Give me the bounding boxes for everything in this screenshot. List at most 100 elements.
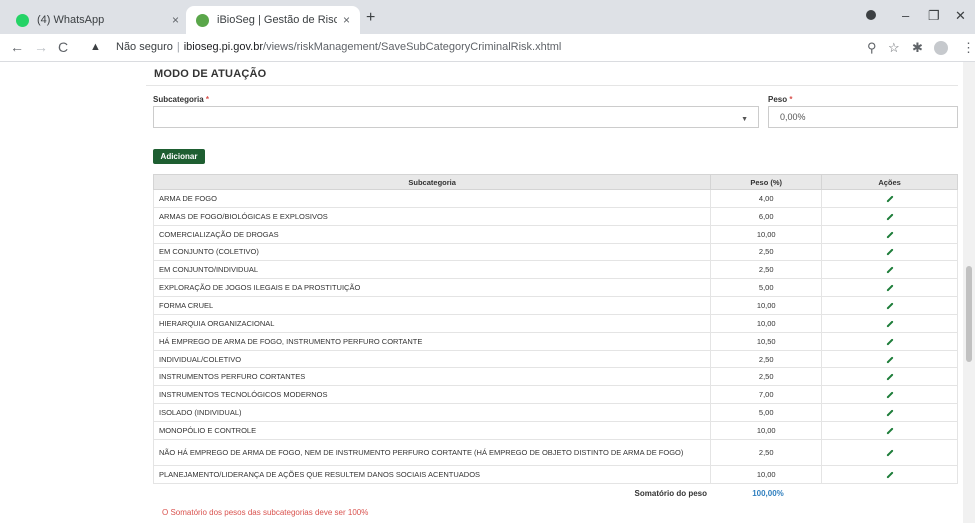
edit-pencil-icon[interactable]: [886, 449, 894, 457]
cell-subcategoria: HIERARQUIA ORGANIZACIONAL: [152, 313, 712, 333]
tab-title: iBioSeg | Gestão de Risco: [217, 14, 337, 26]
edit-pencil-icon[interactable]: [886, 471, 894, 479]
required-mark: *: [789, 95, 793, 104]
edit-pencil-icon[interactable]: [886, 427, 894, 435]
zoom-icon[interactable]: ⚲: [867, 40, 877, 56]
profile-icon[interactable]: [934, 41, 948, 55]
table-row: COMERCIALIZAÇÃO DE DROGAS 10,00: [152, 224, 958, 244]
cell-peso: 5,00: [710, 278, 823, 298]
cell-subcategoria: INSTRUMENTOS TECNOLÓGICOS MODERNOS: [152, 385, 712, 405]
subcategoria-label: Subcategoria *: [153, 95, 209, 104]
table-row: ARMA DE FOGO 4,00: [152, 189, 958, 208]
extensions-icon[interactable]: ✱: [912, 40, 923, 56]
add-button[interactable]: Adicionar: [153, 149, 205, 164]
cell-peso: 4,00: [710, 189, 823, 208]
maximize-button[interactable]: ❐: [928, 8, 940, 24]
cell-peso: 10,00: [710, 420, 823, 440]
cell-subcategoria: ISOLADO (INDIVIDUAL): [152, 403, 712, 422]
table-row: EXPLORAÇÃO DE JOGOS ILEGAIS E DA PROSTIT…: [152, 278, 958, 298]
cell-peso: 2,50: [710, 260, 823, 280]
edit-pencil-icon[interactable]: [886, 320, 894, 328]
cell-subcategoria: FORMA CRUEL: [152, 296, 712, 315]
table-row: HÁ EMPREGO DE ARMA DE FOGO, INSTRUMENTO …: [152, 331, 958, 351]
close-tab-icon[interactable]: ×: [343, 13, 350, 27]
subcategoria-select[interactable]: ▼: [153, 106, 759, 128]
cell-subcategoria: INSTRUMENTOS PERFURO CORTANTES: [152, 367, 712, 387]
divider: [146, 85, 958, 86]
new-tab-button[interactable]: +: [366, 9, 375, 27]
address-bar: ← → C ▲ Não seguro | ibioseg.pi.gov.br/vie…: [0, 34, 975, 62]
cell-acoes: [821, 296, 958, 315]
cell-acoes: [821, 242, 958, 262]
warning-icon[interactable]: ▲: [90, 41, 101, 53]
cell-acoes: [821, 385, 958, 405]
peso-label-text: Peso: [768, 95, 788, 104]
whatsapp-favicon-icon: [16, 13, 29, 27]
cell-peso: 2,50: [710, 242, 823, 262]
star-icon[interactable]: ☆: [888, 40, 900, 56]
edit-pencil-icon[interactable]: [886, 231, 894, 239]
header-subcategoria[interactable]: Subcategoria: [152, 174, 712, 190]
cell-acoes: [821, 367, 958, 387]
cell-peso: 6,00: [710, 206, 823, 226]
close-tab-icon[interactable]: ×: [172, 13, 179, 27]
table-row: ARMAS DE FOGO/BIOLÓGICAS E EXPLOSIVOS 6,0…: [152, 206, 958, 226]
cell-subcategoria: EXPLORAÇÃO DE JOGOS ILEGAIS E DA PROSTIT…: [152, 278, 712, 298]
reload-icon[interactable]: C: [58, 39, 68, 55]
tab-ibioseg[interactable]: iBioSeg | Gestão de Risco ×: [186, 6, 360, 34]
cell-peso: 2,50: [710, 438, 823, 466]
section-title: MODO DE ATUAÇÃO: [154, 68, 267, 80]
peso-input[interactable]: 0,00%: [768, 106, 958, 128]
cell-acoes: [821, 438, 958, 466]
chevron-down-icon[interactable]: ▼: [741, 116, 748, 123]
cell-acoes: [821, 420, 958, 440]
cell-peso: 2,50: [710, 367, 823, 387]
sum-value: 100,00%: [752, 489, 784, 498]
cell-peso: 10,00: [710, 296, 823, 315]
edit-pencil-icon[interactable]: [886, 409, 894, 417]
table-row: MONOPÓLIO E CONTROLE 10,00: [152, 420, 958, 440]
profile-dot-icon[interactable]: [866, 10, 876, 20]
cell-acoes: [821, 189, 958, 208]
header-peso[interactable]: Peso (%): [710, 174, 823, 190]
edit-pencil-icon[interactable]: [886, 266, 894, 274]
table-row: EM CONJUNTO (COLETIVO) 2,50: [152, 242, 958, 262]
cell-subcategoria: ARMAS DE FOGO/BIOLÓGICAS E EXPLOSIVOS: [152, 206, 712, 226]
sum-label: Somatório do peso: [634, 489, 707, 498]
edit-pencil-icon[interactable]: [886, 373, 894, 381]
cell-subcategoria: NÃO HÁ EMPREGO DE ARMA DE FOGO, NEM DE I…: [152, 438, 712, 466]
cell-peso: 7,00: [710, 385, 823, 405]
table-row: EM CONJUNTO/INDIVIDUAL 2,50: [152, 260, 958, 280]
edit-pencil-icon[interactable]: [886, 355, 894, 364]
cell-acoes: [821, 464, 958, 484]
edit-pencil-icon[interactable]: [886, 284, 894, 292]
cell-acoes: [821, 403, 958, 422]
cell-subcategoria: EM CONJUNTO (COLETIVO): [152, 242, 712, 262]
cell-subcategoria: EM CONJUNTO/INDIVIDUAL: [152, 260, 712, 280]
minimize-button[interactable]: –: [902, 8, 909, 23]
cell-subcategoria: PLANEJAMENTO/LIDERANÇA DE AÇÕES QUE RESU…: [152, 464, 712, 484]
cell-peso: 2,50: [710, 349, 823, 369]
edit-pencil-icon[interactable]: [886, 195, 894, 203]
edit-pencil-icon[interactable]: [886, 213, 894, 221]
required-mark: *: [205, 95, 210, 104]
menu-icon[interactable]: ⋮: [962, 40, 975, 56]
url-field[interactable]: Não seguro | ibioseg.pi.gov.br/views/riskM…: [116, 41, 561, 53]
close-window-button[interactable]: ✕: [955, 8, 966, 24]
edit-pencil-icon[interactable]: [886, 248, 894, 256]
edit-pencil-icon[interactable]: [886, 338, 894, 346]
edit-pencil-icon[interactable]: [886, 302, 894, 310]
cell-acoes: [821, 349, 958, 369]
cell-acoes: [821, 224, 958, 244]
forward-icon[interactable]: →: [34, 39, 48, 55]
back-icon[interactable]: ←: [10, 39, 24, 55]
edit-pencil-icon[interactable]: [886, 391, 894, 399]
table-row: INDIVIDUAL/COLETIVO 2,50: [152, 349, 958, 369]
scrollbar-thumb[interactable]: [966, 266, 972, 362]
cell-peso: 10,50: [710, 331, 823, 351]
table-row: INSTRUMENTOS TECNOLÓGICOS MODERNOS 7,00: [152, 385, 958, 405]
security-label: Não seguro: [116, 41, 173, 53]
table-row: INSTRUMENTOS PERFURO CORTANTES 2,50: [152, 367, 958, 387]
url-path: /views/riskManagement/SaveSubCategoryCri…: [263, 41, 562, 53]
ibioseg-favicon-icon: [196, 13, 209, 27]
